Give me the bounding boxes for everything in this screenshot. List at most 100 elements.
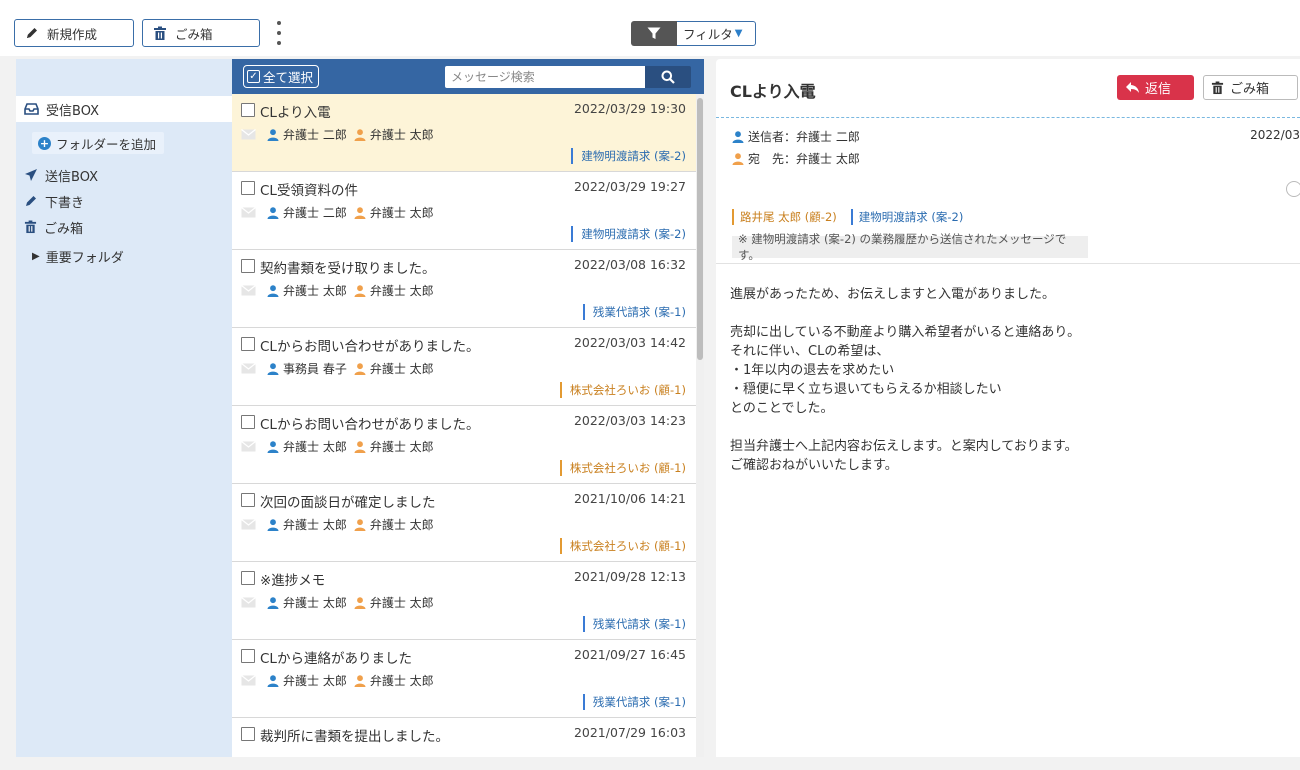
search-input[interactable] — [445, 66, 645, 88]
new-message-button[interactable]: 新規作成 — [14, 19, 134, 47]
message-row[interactable]: CL受領資料の件 2022/03/29 19:27 弁護士 二郎 弁護士 太郎 … — [232, 172, 700, 250]
matter-tag[interactable]: 残業代請求 (案-1) — [582, 694, 686, 710]
triangle-right-icon: ▶ — [32, 251, 40, 262]
list-header: ✓ 全て選択 — [232, 59, 704, 94]
radio-toggle[interactable] — [1286, 181, 1300, 197]
message-subject: 裁判所に書類を提出しました。 — [260, 729, 449, 745]
message-date: 2021/09/27 16:45 — [573, 647, 686, 662]
filter-select[interactable]: フィルタ ▼ — [677, 21, 756, 46]
sidebar-item-drafts[interactable]: 下書き — [16, 188, 232, 214]
matter-tag[interactable]: 建物明渡請求 (案-2) — [850, 209, 963, 225]
sidebar-item-label: 送信BOX — [45, 169, 98, 185]
person-icon — [354, 362, 366, 375]
trash-button[interactable]: ごみ箱 — [142, 19, 260, 47]
matter-tag[interactable]: 株式会社ろいお (顧-1) — [559, 460, 686, 476]
select-all-label: 全て選択 — [263, 70, 314, 85]
message-body: 進展があったため、お伝えしますと入電がありました。 売却に出している不動産より購… — [730, 285, 1080, 475]
message-recipient: 弁護士 太郎 — [369, 596, 434, 610]
message-row[interactable]: CLからお問い合わせがありました。 2022/03/03 14:42 事務員 春… — [232, 328, 700, 406]
message-sender: 弁護士 太郎 — [283, 518, 347, 532]
person-icon — [267, 440, 279, 453]
sidebar-item-inbox[interactable]: 受信BOX — [16, 96, 232, 122]
message-checkbox[interactable] — [241, 493, 255, 507]
person-icon — [732, 130, 744, 143]
list-scrollbar[interactable] — [696, 94, 704, 757]
message-checkbox[interactable] — [241, 649, 255, 663]
body-line: 担当弁護士へ上記内容お伝えします。と案内しております。 — [730, 439, 1078, 454]
message-sender: 弁護士 太郎 — [283, 284, 347, 298]
message-row[interactable]: 次回の面談日が確定しました 2021/10/06 14:21 弁護士 太郎 弁護… — [232, 484, 700, 562]
person-icon — [354, 596, 366, 609]
matter-tag[interactable]: 建物明渡請求 (案-2) — [571, 148, 686, 164]
client-tag[interactable]: 路井尾 太郎 (顧-2) — [732, 209, 837, 225]
new-message-label: 新規作成 — [47, 26, 98, 42]
matter-tag[interactable]: 株式会社ろいお (顧-1) — [559, 538, 686, 554]
sender-row: 送信者： 弁護士 二郎 — [732, 128, 860, 145]
message-recipient: 弁護士 太郎 — [369, 518, 434, 532]
message-checkbox[interactable] — [241, 727, 255, 741]
reply-icon — [1126, 82, 1139, 93]
message-sender: 弁護士 二郎 — [283, 206, 347, 220]
message-recipient: 弁護士 太郎 — [369, 362, 434, 376]
sidebar-item-sent[interactable]: 送信BOX — [16, 162, 232, 188]
matter-tag[interactable]: 残業代請求 (案-1) — [582, 616, 686, 632]
recipient-name: 弁護士 太郎 — [796, 152, 860, 166]
sidebar-item-label: 重要フォルダ — [45, 251, 124, 266]
scrollbar-thumb[interactable] — [697, 98, 703, 360]
send-icon — [25, 169, 37, 181]
message-row[interactable]: CLからお問い合わせがありました。 2022/03/03 14:23 弁護士 太… — [232, 406, 700, 484]
message-row[interactable]: CLより入電 2022/03/29 19:30 弁護士 二郎 弁護士 太郎 建物… — [232, 94, 700, 172]
reply-button[interactable]: 返信 — [1117, 75, 1194, 100]
message-row[interactable]: 裁判所に書類を提出しました。 2021/07/29 16:03 — [232, 718, 700, 757]
message-date: 2022/03/29 19:30 — [573, 101, 686, 116]
message-checkbox[interactable] — [241, 103, 255, 117]
message-checkbox[interactable] — [241, 415, 255, 429]
message-recipient: 弁護士 太郎 — [369, 206, 434, 220]
sidebar-item-important-folder[interactable]: ▶ 重要フォルダ — [32, 247, 124, 266]
message-row[interactable]: 契約書類を受け取りました。 2022/03/08 16:32 弁護士 太郎 弁護… — [232, 250, 700, 328]
person-icon — [267, 362, 279, 375]
matter-tag[interactable]: 残業代請求 (案-1) — [582, 304, 686, 320]
message-recipient: 弁護士 太郎 — [369, 674, 434, 688]
message-participants: 弁護士 太郎 弁護士 太郎 — [241, 672, 434, 689]
trash-icon — [24, 220, 37, 234]
matter-tag[interactable]: 建物明渡請求 (案-2) — [571, 226, 686, 242]
body-line: とのことでした。 — [730, 401, 834, 416]
message-subject: ※進捗メモ — [260, 573, 326, 589]
add-folder-button[interactable]: + フォルダーを追加 — [32, 132, 165, 154]
body-line: ご確認おねがいいたします。 — [730, 458, 898, 473]
more-options-icon[interactable] — [274, 21, 284, 45]
message-checkbox[interactable] — [241, 571, 255, 585]
body-line: ・1年以内の退去を求めたい — [730, 363, 895, 378]
message-participants: 弁護士 太郎 弁護士 太郎 — [241, 516, 434, 533]
message-participants: 弁護士 太郎 弁護士 太郎 — [241, 282, 434, 299]
folder-sidebar: 受信BOX + フォルダーを追加 送信BOX 下書き ごみ箱 ▶ 重要フォルダ — [16, 59, 232, 757]
matter-tag[interactable]: 株式会社ろいお (顧-1) — [559, 382, 686, 398]
plus-circle-icon: + — [38, 136, 51, 150]
filter-select-label: フィルタ — [683, 27, 733, 42]
message-sender: 弁護士 太郎 — [283, 596, 347, 610]
message-subject: CLからお問い合わせがありました。 — [260, 417, 480, 433]
sidebar-item-label: 下書き — [45, 195, 85, 211]
sidebar-item-trash[interactable]: ごみ箱 — [16, 214, 232, 240]
message-date: 2021/09/28 12:13 — [573, 569, 686, 584]
funnel-icon[interactable] — [631, 21, 677, 46]
message-list: CLより入電 2022/03/29 19:30 弁護士 二郎 弁護士 太郎 建物… — [232, 94, 704, 757]
message-checkbox[interactable] — [241, 337, 255, 351]
search-button[interactable] — [645, 66, 691, 88]
sender-name: 弁護士 二郎 — [796, 130, 860, 144]
person-icon — [267, 128, 279, 141]
person-icon — [267, 596, 279, 609]
message-checkbox[interactable] — [241, 259, 255, 273]
recipient-row: 宛 先： 弁護士 太郎 — [732, 150, 860, 167]
body-line: ・穏便に早く立ち退いてもらえるか相談したい — [730, 382, 1002, 397]
envelope-icon — [241, 675, 256, 686]
message-subject: CLより入電 — [260, 105, 331, 121]
message-row[interactable]: CLから連絡がありました 2021/09/27 16:45 弁護士 太郎 弁護士… — [232, 640, 700, 718]
message-checkbox[interactable] — [241, 181, 255, 195]
select-all-button[interactable]: ✓ 全て選択 — [243, 65, 320, 88]
filter-control[interactable]: フィルタ ▼ — [631, 21, 756, 46]
message-participants: 事務員 春子 弁護士 太郎 — [241, 360, 434, 377]
detail-trash-button[interactable]: ごみ箱 — [1203, 75, 1298, 100]
message-row[interactable]: ※進捗メモ 2021/09/28 12:13 弁護士 太郎 弁護士 太郎 残業代… — [232, 562, 700, 640]
